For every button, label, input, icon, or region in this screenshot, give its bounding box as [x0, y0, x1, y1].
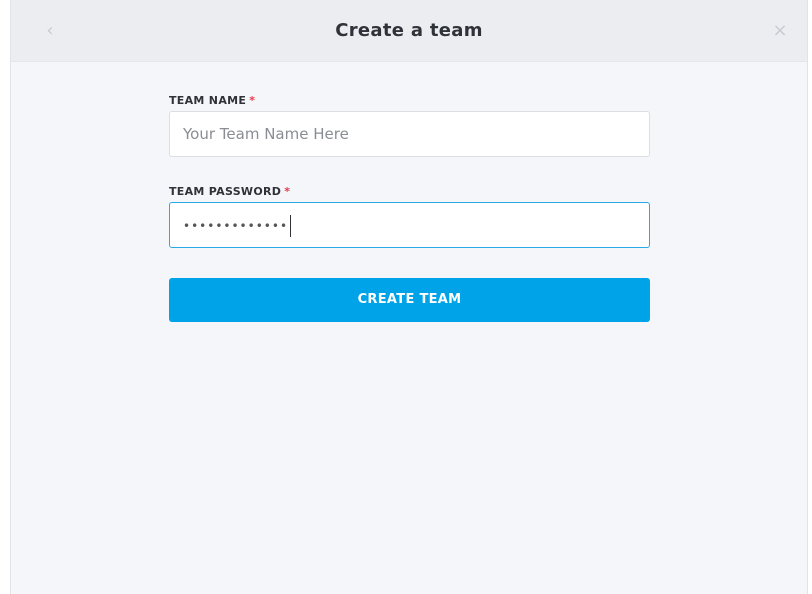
team-name-placeholder: Your Team Name Here [183, 125, 349, 143]
text-caret [290, 214, 292, 237]
close-icon[interactable]: × [769, 20, 791, 42]
team-password-field: TEAM PASSWORD * ••••••••••••• [169, 185, 650, 248]
create-team-button[interactable]: CREATE TEAM [169, 278, 650, 322]
create-team-modal: ‹ Create a team × TEAM NAME * Your Team N… [10, 0, 808, 594]
team-name-field: TEAM NAME * Your Team Name Here [169, 94, 650, 157]
team-name-label-text: TEAM NAME [169, 94, 247, 107]
team-name-input[interactable]: Your Team Name Here [169, 111, 650, 157]
team-password-label: TEAM PASSWORD * [169, 185, 650, 199]
team-password-input[interactable]: ••••••••••••• [169, 202, 650, 248]
modal-header: ‹ Create a team × [11, 0, 807, 62]
required-marker: * [284, 185, 291, 198]
required-marker: * [249, 94, 256, 107]
create-team-form: TEAM NAME * Your Team Name Here TEAM PASS… [169, 94, 650, 322]
team-password-label-text: TEAM PASSWORD [169, 185, 282, 198]
modal-title: Create a team [335, 20, 483, 41]
team-name-label: TEAM NAME * [169, 94, 650, 108]
password-masked-value: ••••••••••••• [183, 219, 289, 233]
